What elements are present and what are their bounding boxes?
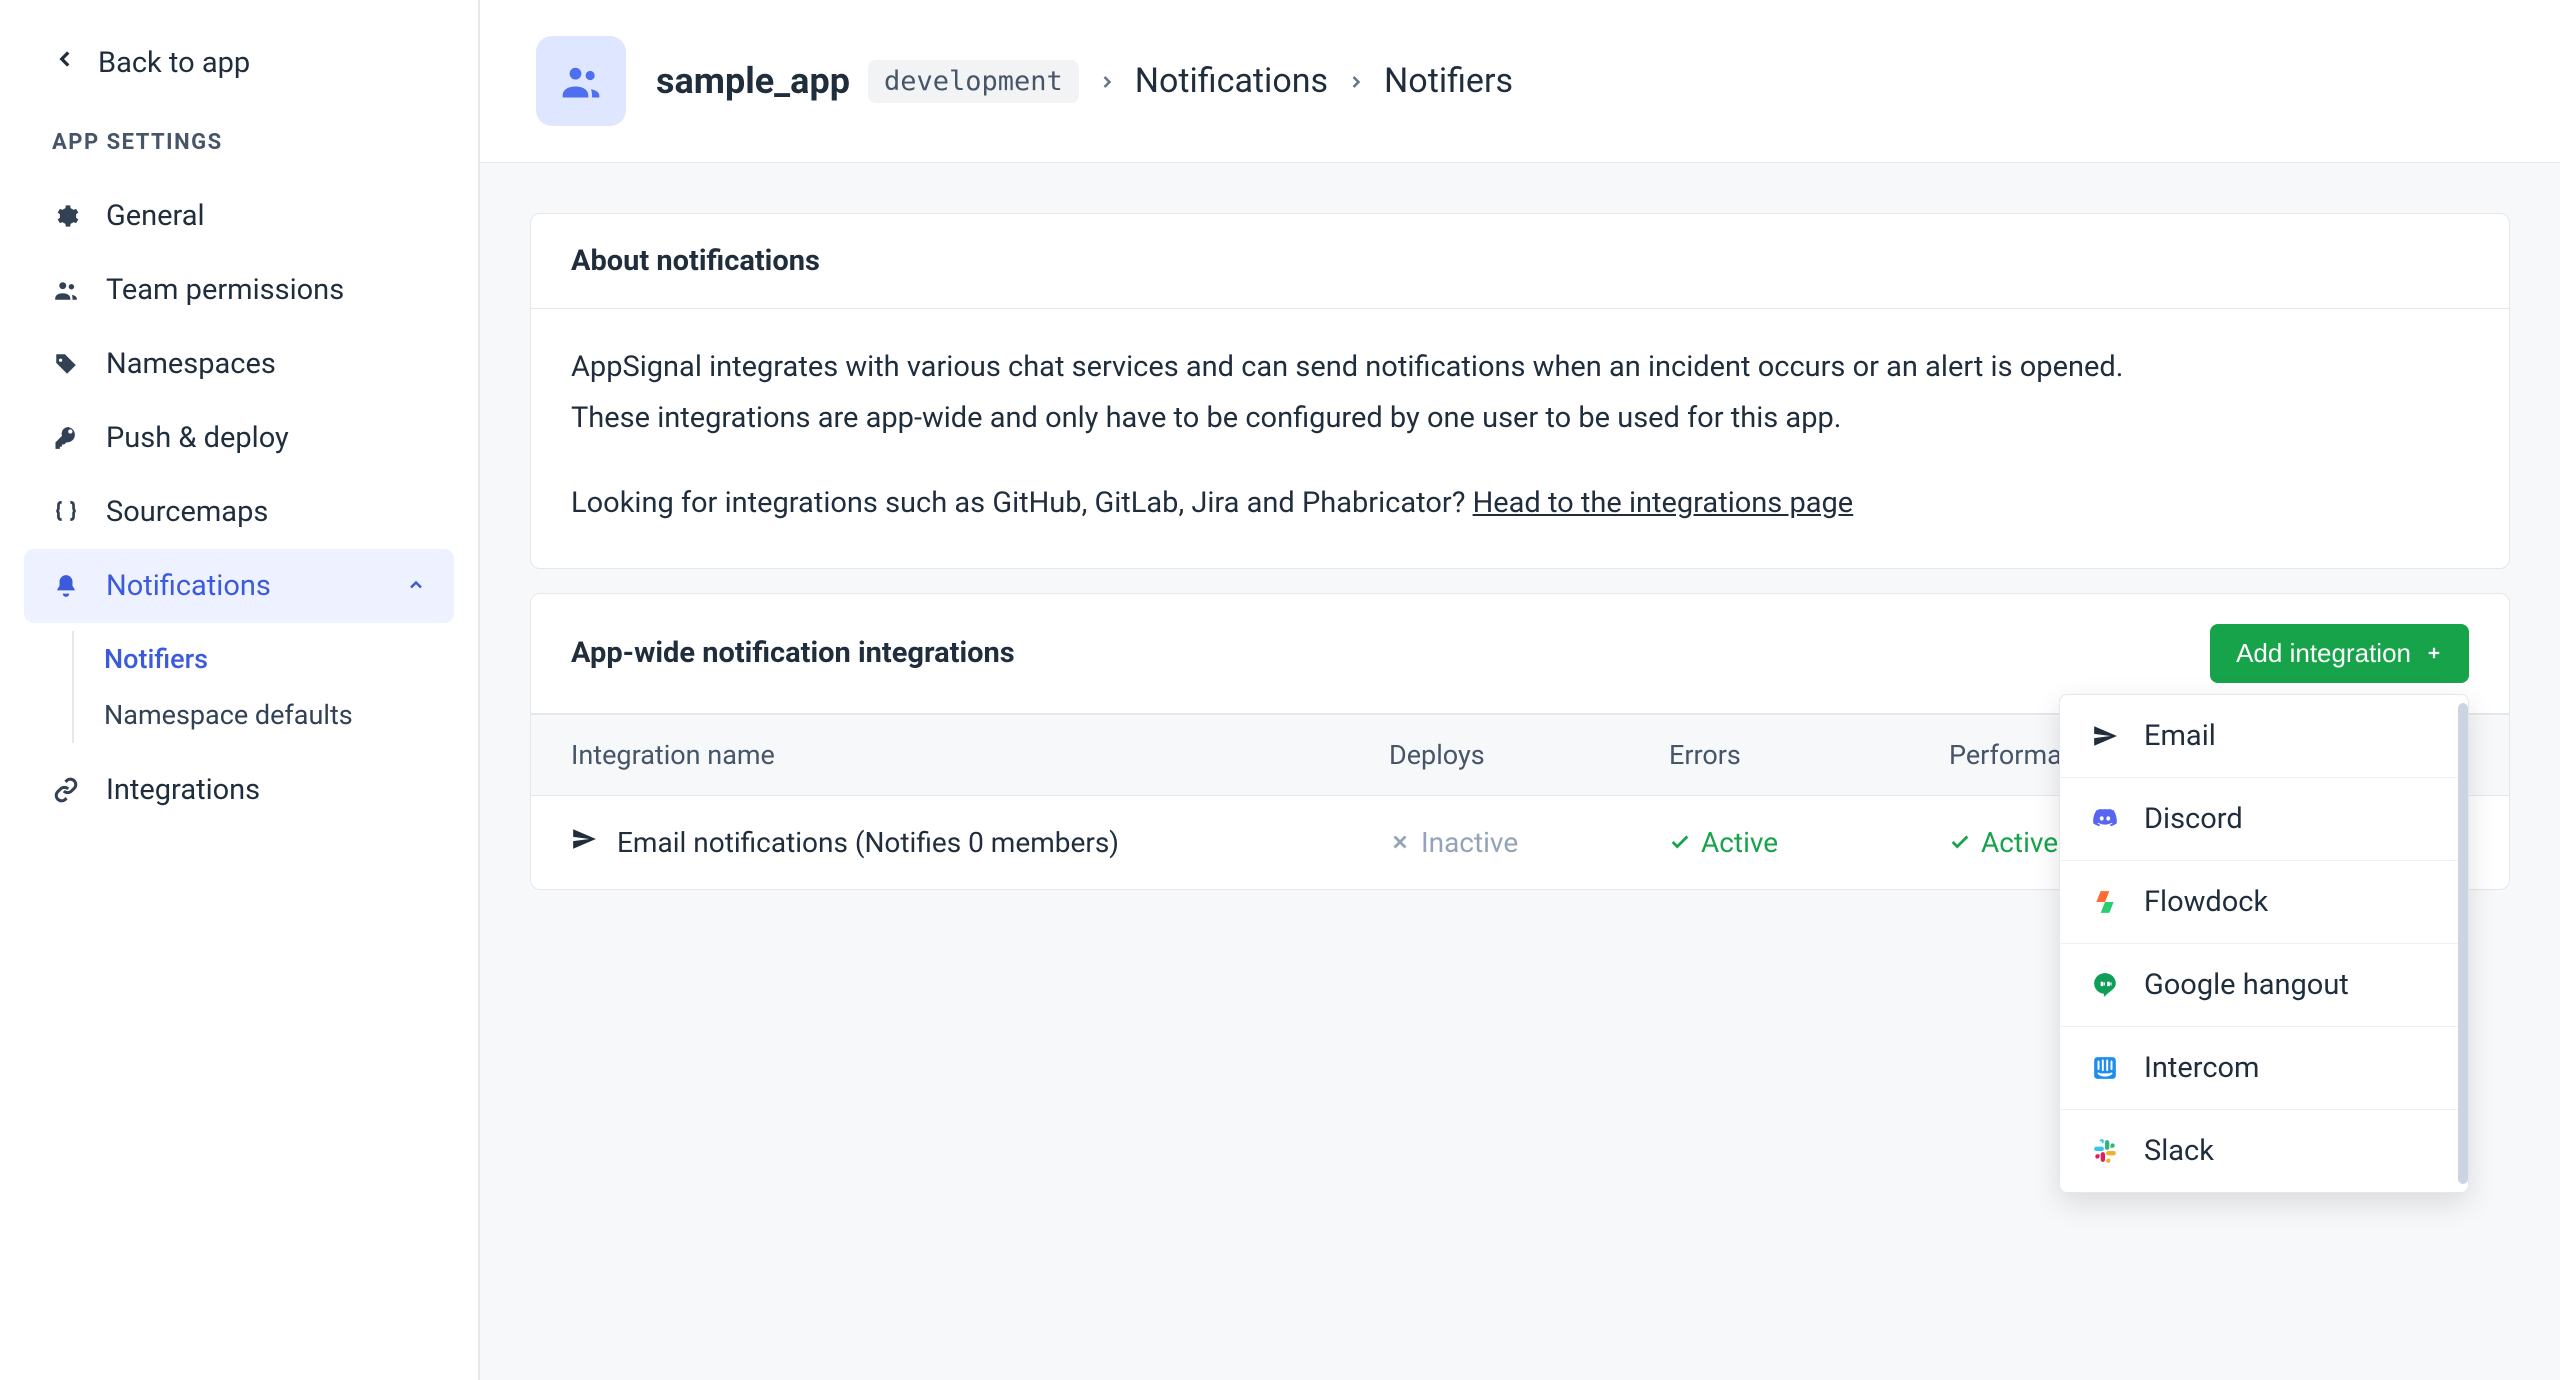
sidebar-item-integrations[interactable]: Integrations — [24, 753, 454, 827]
back-to-app-link[interactable]: Back to app — [24, 36, 454, 90]
sidebar-item-label: Sourcemaps — [106, 495, 268, 529]
slack-icon — [2090, 1138, 2120, 1164]
discord-icon — [2090, 806, 2120, 832]
status-deploys: Inactive — [1389, 826, 1669, 859]
header-bar: sample_app development Notifications Not… — [480, 0, 2560, 163]
sidebar-item-label: Integrations — [106, 773, 260, 807]
chevron-up-icon — [406, 569, 426, 603]
dropdown-item-intercom[interactable]: Intercom — [2060, 1027, 2468, 1110]
sidebar-item-label: Push & deploy — [106, 421, 289, 455]
dropdown-item-google-hangout[interactable]: Google hangout — [2060, 944, 2468, 1027]
col-header: Integration name — [571, 739, 1389, 771]
row-name-text: Email notifications (Notifies 0 members) — [617, 826, 1119, 859]
chevron-left-icon — [52, 46, 78, 80]
about-card-title: About notifications — [531, 214, 2509, 309]
app-name[interactable]: sample_app — [656, 60, 850, 102]
app-avatar — [536, 36, 626, 126]
bell-icon — [52, 573, 80, 599]
key-icon — [52, 425, 80, 451]
sidebar-item-namespaces[interactable]: Namespaces — [24, 327, 454, 401]
sidebar-subitem-namespace-defaults[interactable]: Namespace defaults — [94, 687, 454, 743]
gear-icon — [52, 203, 80, 229]
dropdown-item-email[interactable]: Email — [2060, 695, 2468, 778]
dropdown-item-label: Slack — [2144, 1134, 2214, 1168]
dropdown-item-flowdock[interactable]: Flowdock — [2060, 861, 2468, 944]
link-icon — [52, 777, 80, 803]
dropdown-item-discord[interactable]: Discord — [2060, 778, 2468, 861]
about-text-line: Looking for integrations such as GitHub,… — [571, 481, 2469, 526]
add-integration-dropdown: Email Discord Flowdock — [2059, 694, 2469, 1193]
sidebar-subitem-label: Namespace defaults — [104, 699, 353, 731]
breadcrumb-item[interactable]: Notifiers — [1384, 61, 1513, 101]
braces-icon — [52, 499, 80, 525]
add-integration-button[interactable]: Add integration — [2210, 624, 2469, 683]
sidebar-subitem-notifiers[interactable]: Notifiers — [94, 631, 454, 687]
about-card: About notifications AppSignal integrates… — [530, 213, 2510, 569]
dropdown-item-label: Intercom — [2144, 1051, 2259, 1085]
integrations-card-title: App-wide notification integrations — [571, 636, 1015, 670]
sidebar-item-sourcemaps[interactable]: Sourcemaps — [24, 475, 454, 549]
col-header: Deploys — [1389, 739, 1669, 771]
sidebar-section-label: APP SETTINGS — [24, 130, 454, 155]
dropdown-item-label: Email — [2144, 719, 2216, 753]
sidebar-item-label: General — [106, 199, 205, 233]
sidebar-item-label: Notifications — [106, 569, 271, 603]
sidebar-subitem-label: Notifiers — [104, 643, 208, 675]
env-badge: development — [868, 60, 1079, 103]
integrations-card: App-wide notification integrations Add i… — [530, 593, 2510, 890]
tag-icon — [52, 351, 80, 377]
paper-plane-icon — [571, 826, 597, 859]
col-header: Errors — [1669, 739, 1949, 771]
about-text-line: AppSignal integrates with various chat s… — [571, 345, 2469, 390]
sidebar-item-notifications[interactable]: Notifications — [24, 549, 454, 623]
breadcrumb-item[interactable]: Notifications — [1135, 61, 1328, 101]
sidebar-item-label: Team permissions — [106, 273, 344, 307]
plus-icon — [2425, 638, 2443, 669]
users-icon — [52, 277, 80, 303]
chevron-right-icon — [1097, 61, 1117, 101]
breadcrumb: sample_app development Notifications Not… — [656, 60, 1513, 103]
about-text-line: These integrations are app-wide and only… — [571, 396, 2469, 441]
dropdown-item-label: Discord — [2144, 802, 2243, 836]
integrations-page-link[interactable]: Head to the integrations page — [1473, 486, 1854, 520]
dropdown-item-label: Flowdock — [2144, 885, 2268, 919]
sidebar-item-label: Namespaces — [106, 347, 276, 381]
chevron-right-icon — [1346, 61, 1366, 101]
flowdock-icon — [2090, 889, 2120, 915]
sidebar-item-general[interactable]: General — [24, 179, 454, 253]
dropdown-item-label: Google hangout — [2144, 968, 2349, 1002]
hangouts-icon — [2090, 972, 2120, 998]
status-errors: Active — [1669, 826, 1949, 859]
email-icon — [2090, 723, 2120, 749]
dropdown-item-slack[interactable]: Slack — [2060, 1110, 2468, 1192]
intercom-icon — [2090, 1055, 2120, 1081]
sidebar-item-push-deploy[interactable]: Push & deploy — [24, 401, 454, 475]
sidebar-item-team-permissions[interactable]: Team permissions — [24, 253, 454, 327]
back-label: Back to app — [98, 46, 250, 80]
